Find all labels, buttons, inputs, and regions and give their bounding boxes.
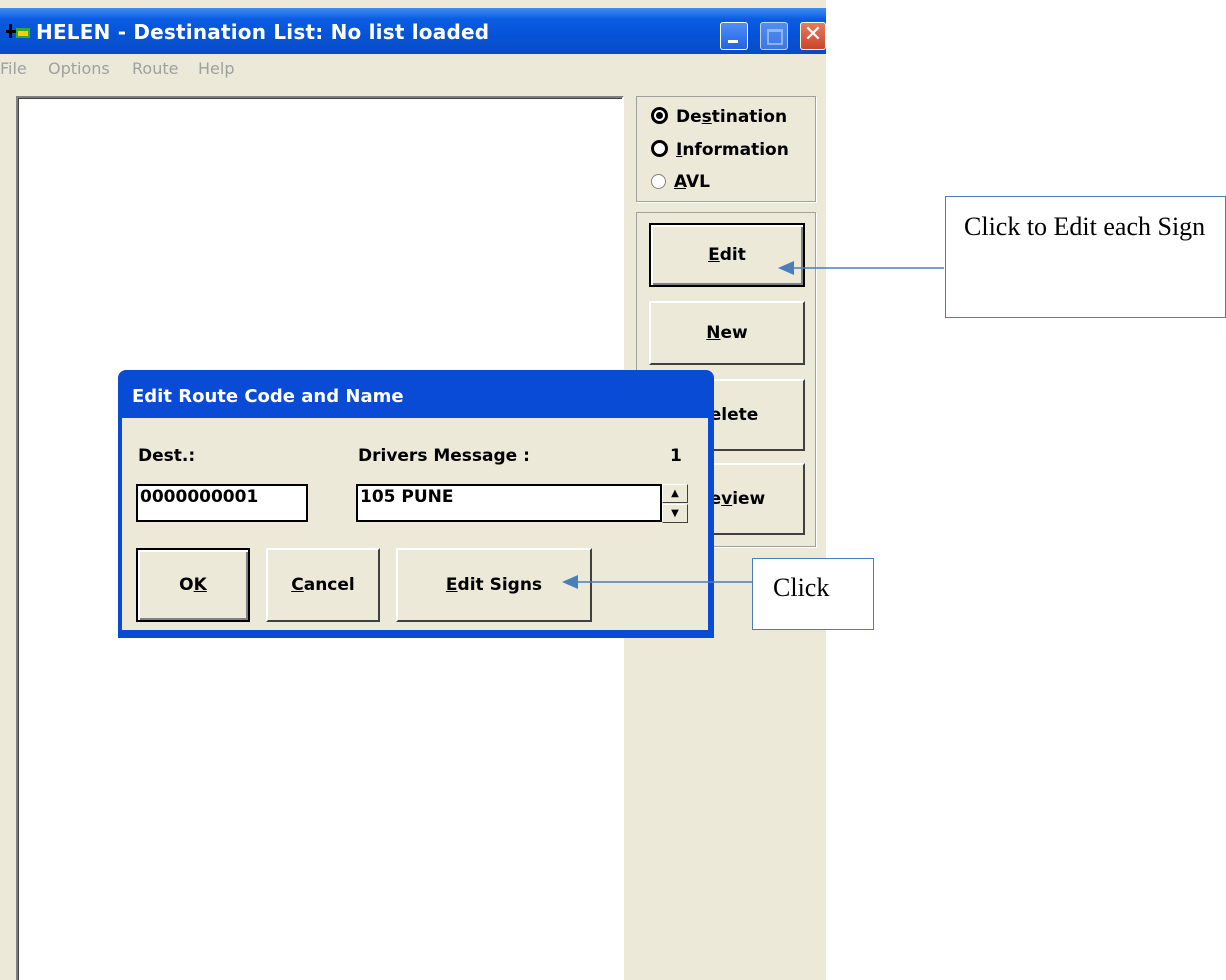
edit-button[interactable]: Edit [649, 223, 805, 287]
new-button[interactable]: New [649, 301, 805, 365]
drivers-message-input[interactable]: 105 PUNE [356, 484, 662, 522]
menu-help[interactable]: Help [198, 59, 234, 78]
title-bar[interactable]: HELEN - Destination List: No list loaded… [0, 8, 826, 54]
edit-signs-button[interactable]: Edit Signs [396, 548, 592, 622]
message-spinner: ▲ ▼ [662, 484, 688, 524]
mode-radio-group: Destination Information AVL [636, 96, 816, 202]
radio-destination-label: Destination [676, 107, 788, 127]
menu-route[interactable]: Route [132, 59, 178, 78]
dest-input[interactable]: 0000000001 [136, 484, 308, 522]
minimize-button[interactable] [720, 22, 748, 50]
menu-bar: File Options Route Help [0, 56, 826, 82]
radio-information-label: Information [676, 140, 789, 160]
radio-checked-icon [651, 107, 668, 124]
window-title: HELEN - Destination List: No list loaded [36, 20, 490, 44]
maximize-button[interactable] [760, 22, 788, 50]
radio-destination[interactable]: Destination [651, 107, 787, 127]
menu-file[interactable]: File [0, 59, 27, 78]
ok-button[interactable]: OK [136, 548, 250, 622]
radio-avl[interactable]: AVL [651, 172, 710, 192]
radio-avl-label: AVL [674, 172, 711, 192]
arrow-down-icon: ▼ [671, 508, 679, 519]
arrow-up-icon: ▲ [671, 488, 679, 499]
radio-information[interactable]: Information [651, 140, 789, 160]
close-icon: ✕ [803, 22, 823, 47]
callout-click-note: Click [752, 558, 874, 630]
drivers-message-label: Drivers Message : [358, 446, 530, 466]
app-icon [6, 24, 30, 38]
radio-unchecked-icon [651, 174, 666, 189]
close-button[interactable]: ✕ [800, 22, 826, 50]
spin-down-button[interactable]: ▼ [662, 504, 688, 523]
callout-edit-note: Click to Edit each Sign [945, 196, 1226, 318]
dest-label: Dest.: [138, 446, 196, 466]
dialog-title: Edit Route Code and Name [132, 386, 404, 407]
cancel-button[interactable]: Cancel [266, 548, 380, 622]
menu-options[interactable]: Options [48, 59, 110, 78]
spin-up-button[interactable]: ▲ [662, 484, 688, 503]
message-index: 1 [670, 446, 682, 466]
radio-unchecked-icon [651, 140, 668, 157]
